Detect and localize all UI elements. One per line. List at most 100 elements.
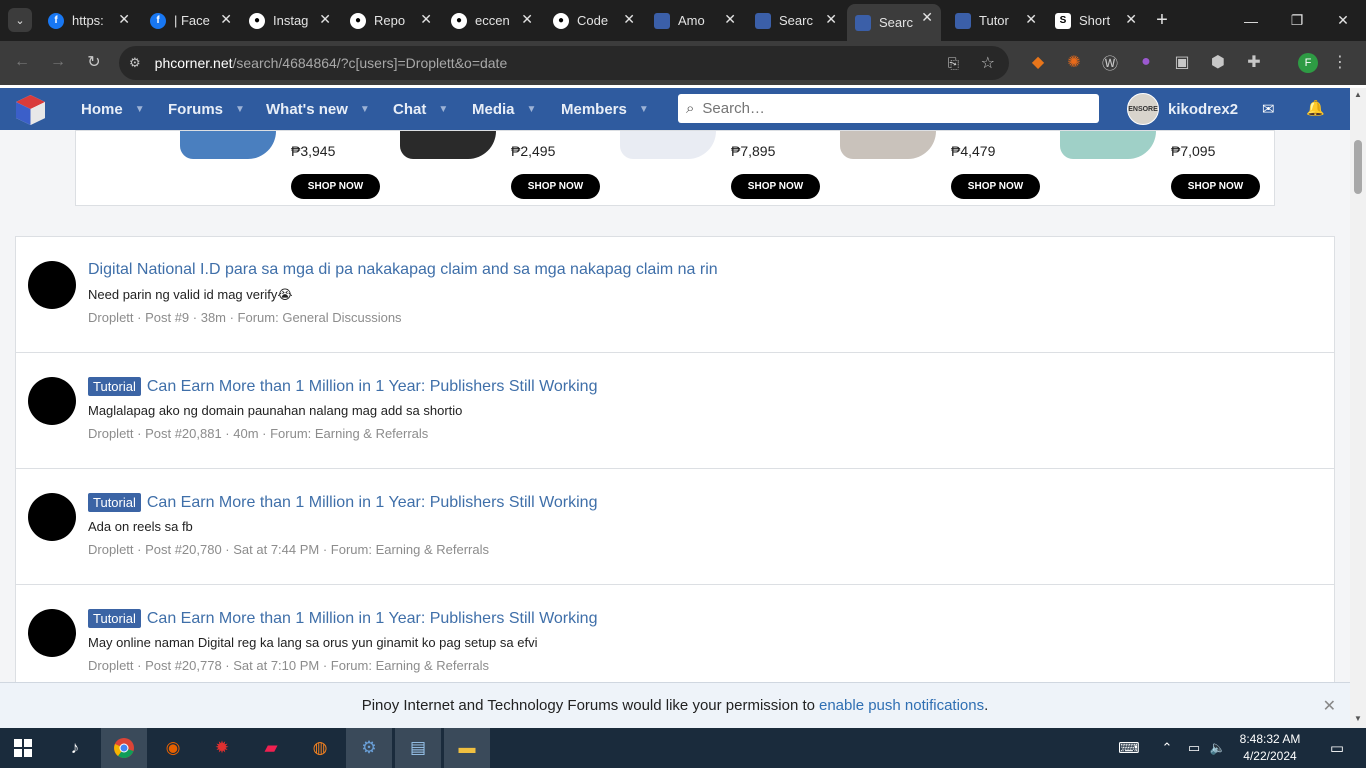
notepad-icon[interactable]: ▤: [395, 728, 441, 768]
tab-close-icon[interactable]: ✕: [420, 11, 432, 28]
profile-avatar[interactable]: F: [1298, 53, 1318, 73]
tab-close-icon[interactable]: ✕: [724, 11, 736, 28]
shoe-image[interactable]: [840, 131, 936, 159]
nav-forums[interactable]: Forums ▼: [168, 88, 245, 130]
shop-now-button[interactable]: SHOP NOW: [511, 174, 600, 199]
username-link[interactable]: kikodrex2: [1168, 88, 1238, 130]
scroll-down-arrow-icon[interactable]: ▼: [1354, 714, 1362, 723]
shop-now-button[interactable]: SHOP NOW: [291, 174, 380, 199]
new-tab-button[interactable]: +: [1150, 8, 1174, 32]
scroll-up-arrow-icon[interactable]: ▲: [1354, 90, 1362, 99]
site-info-icon[interactable]: ⚙: [129, 55, 141, 71]
browser-tab[interactable]: ● Instag ✕: [241, 6, 339, 35]
tab-close-icon[interactable]: ✕: [1025, 11, 1037, 28]
keyboard-icon[interactable]: ⌨: [1106, 728, 1152, 768]
enable-push-link[interactable]: enable push notifications: [819, 697, 984, 714]
chevron-down-icon[interactable]: ▼: [639, 104, 649, 115]
shoe-image[interactable]: [180, 131, 276, 159]
site-search[interactable]: ⌕: [678, 94, 1099, 123]
prefix-label[interactable]: Tutorial: [88, 609, 141, 628]
nav-home[interactable]: Home ▼: [81, 88, 145, 130]
result-title[interactable]: Tutorial Can Earn More than 1 Million in …: [88, 609, 597, 628]
result-title-text[interactable]: Can Earn More than 1 Million in 1 Year: …: [147, 378, 598, 396]
shield-extension-icon[interactable]: ⬢: [1208, 52, 1228, 72]
pinned-app-icon[interactable]: ⚙: [346, 728, 392, 768]
bookmark-star-icon[interactable]: ☆: [981, 53, 995, 73]
glasses-extension-icon[interactable]: ▣: [1172, 52, 1192, 72]
chevron-down-icon[interactable]: ▼: [135, 104, 145, 115]
shop-now-button[interactable]: SHOP NOW: [1171, 174, 1260, 199]
shoe-image[interactable]: [1060, 131, 1156, 159]
browser-tab[interactable]: f | Face ✕: [142, 6, 240, 35]
nav-chat[interactable]: Chat ▼: [393, 88, 448, 130]
close-window-button[interactable]: ✕: [1320, 0, 1366, 41]
chevron-down-icon[interactable]: ▼: [235, 104, 245, 115]
minimize-button[interactable]: —: [1228, 0, 1274, 41]
windows-start-icon[interactable]: [0, 728, 46, 768]
browser-tab[interactable]: Tutor ✕: [947, 6, 1045, 35]
result-title[interactable]: Digital National I.D para sa mga di pa n…: [88, 261, 718, 279]
tab-close-icon[interactable]: ✕: [1125, 11, 1137, 28]
result-title-text[interactable]: Can Earn More than 1 Million in 1 Year: …: [147, 610, 598, 628]
action-center-icon[interactable]: ▭: [1314, 728, 1360, 768]
browser-tab[interactable]: Searc ✕: [747, 6, 845, 35]
result-title[interactable]: Tutorial Can Earn More than 1 Million in …: [88, 377, 597, 396]
author-avatar[interactable]: [28, 377, 76, 425]
browser-tab[interactable]: Amo ✕: [646, 6, 744, 35]
shoe-image[interactable]: [400, 131, 496, 159]
volume-icon[interactable]: 🔈: [1206, 728, 1230, 768]
browser-tab[interactable]: S Short ✕: [1047, 6, 1145, 35]
page-scrollbar[interactable]: ▲ ▼: [1350, 88, 1366, 728]
browser-tab[interactable]: Searc ✕: [847, 4, 941, 41]
orange-app-icon[interactable]: ◍: [297, 728, 343, 768]
browser-tab[interactable]: ● Code ✕: [545, 6, 643, 35]
nav-whats-new[interactable]: What's new ▼: [266, 88, 370, 130]
purple-extension-icon[interactable]: ●: [1136, 52, 1156, 72]
red-app-icon[interactable]: ✹: [199, 728, 245, 768]
tab-close-icon[interactable]: ✕: [623, 11, 635, 28]
restore-button[interactable]: ❐: [1274, 0, 1320, 41]
user-avatar[interactable]: ENSORE: [1127, 93, 1159, 125]
result-title[interactable]: Tutorial Can Earn More than 1 Million in …: [88, 493, 597, 512]
shop-now-button[interactable]: SHOP NOW: [731, 174, 820, 199]
address-bar[interactable]: ⚙ phcorner.net/search/4684864/?c[users]=…: [119, 46, 1009, 80]
search-input[interactable]: [702, 100, 1083, 117]
reload-icon[interactable]: ↻: [84, 52, 104, 72]
close-icon[interactable]: ✕: [1323, 696, 1336, 716]
phcorner-logo[interactable]: [14, 93, 47, 126]
extensions-puzzle-icon[interactable]: ✚: [1244, 52, 1264, 72]
chevron-down-icon[interactable]: ▼: [438, 104, 448, 115]
tab-close-icon[interactable]: ✕: [319, 11, 331, 28]
prefix-label[interactable]: Tutorial: [88, 377, 141, 396]
metamask-extension-icon[interactable]: ◆: [1028, 52, 1048, 72]
alerts-bell-icon[interactable]: 🔔: [1306, 99, 1325, 117]
browser-tab[interactable]: ● Repo ✕: [342, 6, 440, 35]
tab-close-icon[interactable]: ✕: [521, 11, 533, 28]
file-explorer-icon[interactable]: ▬: [444, 728, 490, 768]
tab-close-icon[interactable]: ✕: [825, 11, 837, 28]
menu-kebab-icon[interactable]: ⋮: [1330, 52, 1350, 72]
pink-app-icon[interactable]: ▰: [248, 728, 294, 768]
forward-icon[interactable]: →: [48, 52, 68, 72]
nav-media[interactable]: Media ▼: [472, 88, 536, 130]
clock[interactable]: 8:48:32 AM 4/22/2024: [1228, 731, 1312, 765]
tiktok-icon[interactable]: ♪: [52, 728, 98, 768]
result-title-text[interactable]: Digital National I.D para sa mga di pa n…: [88, 261, 718, 279]
inbox-envelope-icon[interactable]: ✉: [1262, 100, 1275, 118]
tab-close-icon[interactable]: ✕: [118, 11, 130, 28]
tray-chevron-icon[interactable]: ⌃: [1152, 728, 1182, 768]
network-icon[interactable]: ▭: [1182, 728, 1206, 768]
author-avatar[interactable]: [28, 493, 76, 541]
cookie-extension-icon[interactable]: ✺: [1064, 52, 1084, 72]
tab-search-button[interactable]: ⌄: [8, 8, 32, 32]
back-icon[interactable]: ←: [12, 52, 32, 72]
browser-tab[interactable]: f https: ✕: [40, 6, 138, 35]
chevron-down-icon[interactable]: ▼: [360, 104, 370, 115]
tab-close-icon[interactable]: ✕: [220, 11, 232, 28]
firefox-icon[interactable]: ◉: [150, 728, 196, 768]
nav-members[interactable]: Members ▼: [561, 88, 649, 130]
install-app-icon[interactable]: ⎘: [948, 55, 959, 72]
scrollbar-thumb[interactable]: [1354, 140, 1362, 194]
shoe-image[interactable]: [620, 131, 716, 159]
w-extension-icon[interactable]: Ⓦ: [1100, 52, 1120, 73]
